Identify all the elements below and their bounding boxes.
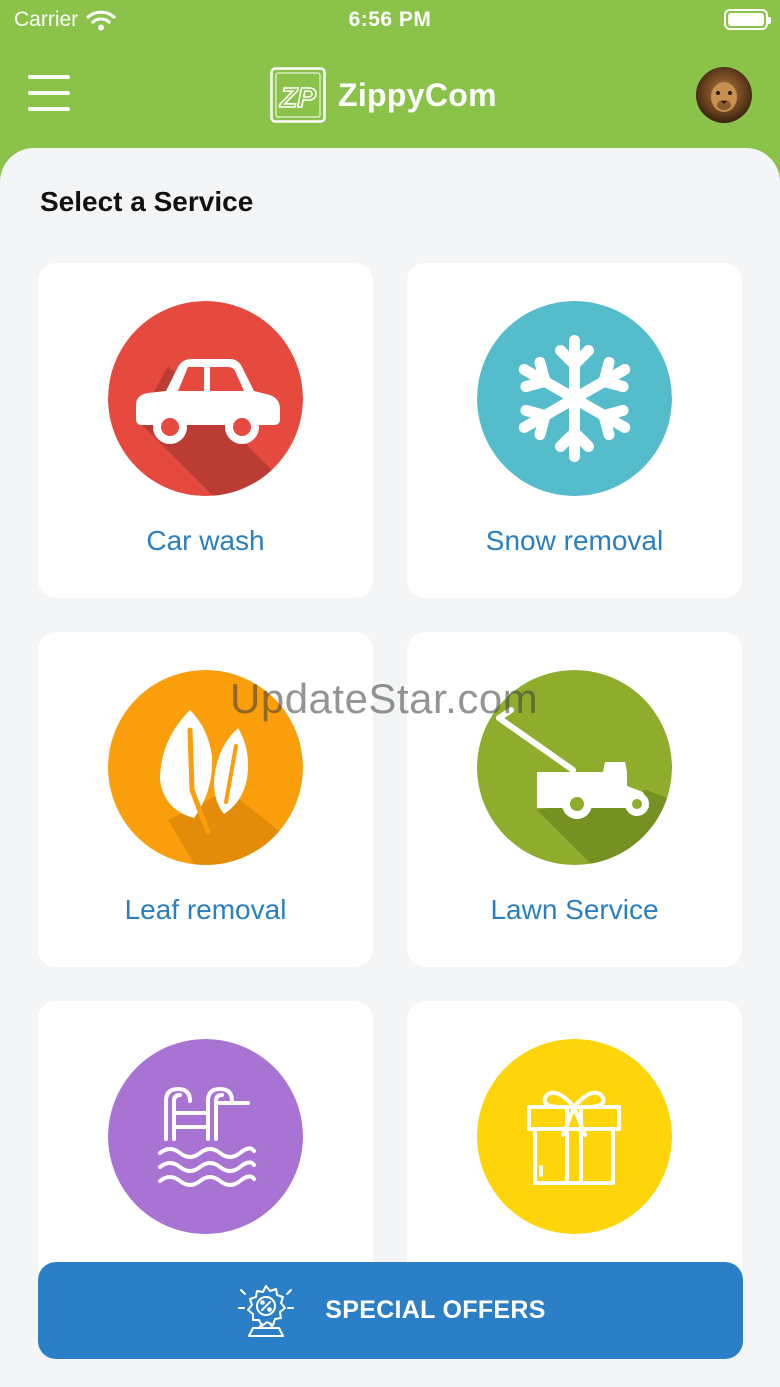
user-avatar[interactable]: [696, 67, 752, 123]
zippycom-logo-icon: ZP: [270, 67, 326, 123]
snowflake-icon: [477, 301, 672, 496]
svg-text:ZP: ZP: [279, 82, 316, 113]
service-label: Snow removal: [485, 525, 664, 556]
service-label: Leaf removal: [124, 894, 287, 925]
nav-bar: ZP ZippyCom: [0, 40, 780, 150]
special-offers-label: SPECIAL OFFERS: [325, 1296, 546, 1324]
service-card-snow-removal[interactable]: Snow removal: [407, 263, 742, 598]
car-icon: [108, 301, 303, 496]
menu-button[interactable]: [28, 73, 70, 113]
main-panel: Select a Service Car wash Snow removal L…: [0, 148, 780, 1387]
service-label: Lawn Service: [490, 894, 659, 925]
battery-icon: [724, 9, 771, 30]
brand: ZP ZippyCom: [270, 67, 497, 123]
pool-icon: [108, 1039, 303, 1234]
discount-badge-icon: [238, 1284, 295, 1337]
special-offers-button[interactable]: SPECIAL OFFERS: [38, 1262, 743, 1359]
status-time: 6:56 PM: [348, 8, 432, 31]
service-label: Car wash: [146, 525, 265, 556]
page-title: Select a Service: [40, 186, 254, 217]
gift-icon: [477, 1039, 672, 1234]
status-bar: Carrier 6:56 PM: [0, 0, 780, 40]
app-title: ZippyCom: [338, 76, 497, 113]
watermark: UpdateStar.com: [230, 675, 539, 722]
service-card-car-wash[interactable]: Car wash: [38, 263, 373, 598]
